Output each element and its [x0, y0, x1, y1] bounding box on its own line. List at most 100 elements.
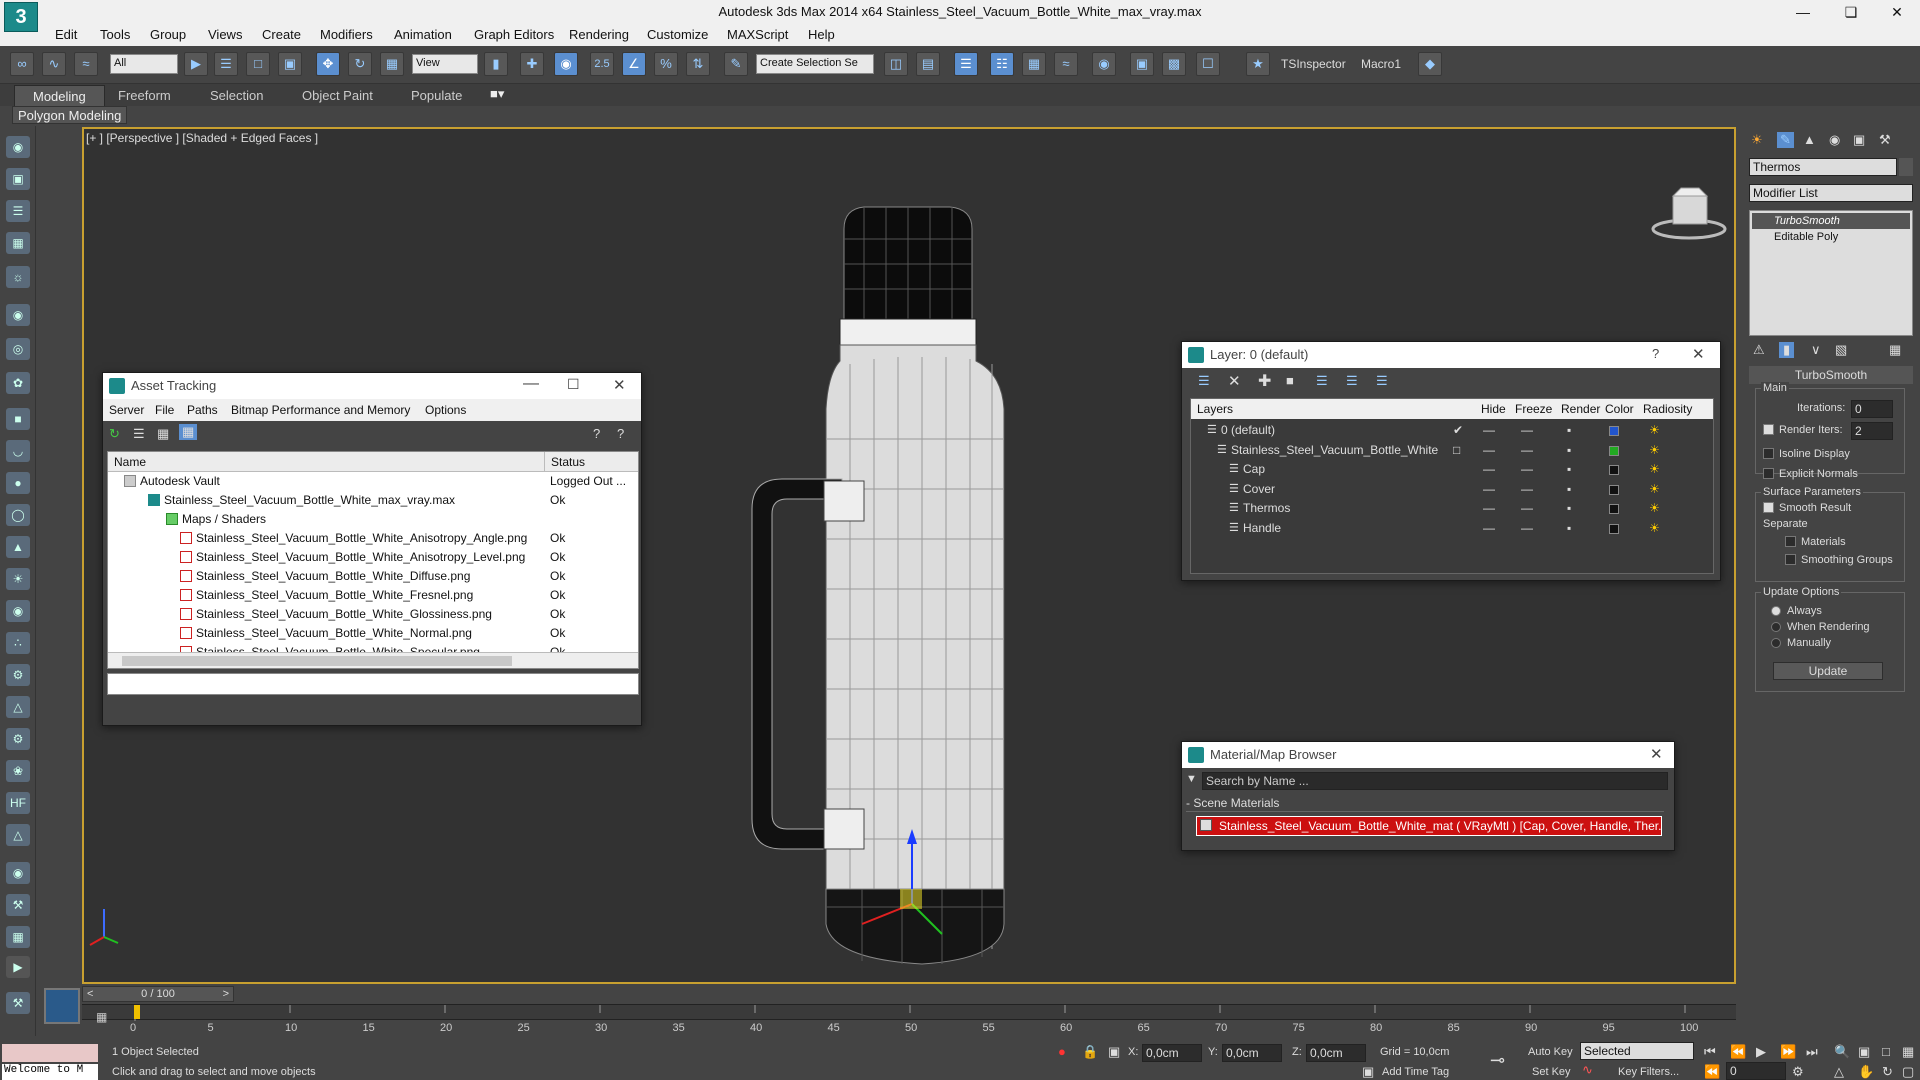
utilities-tab-icon[interactable]: ⚒	[1879, 132, 1891, 148]
render-toggle-icon[interactable]: ▪	[1567, 460, 1571, 479]
tab-freeform[interactable]: Freeform	[118, 88, 171, 103]
table-view-icon[interactable]: ▦	[179, 424, 198, 440]
radiosity-icon[interactable]: ☀	[1649, 480, 1660, 499]
viewport-layout-icon[interactable]	[44, 988, 80, 1024]
help-icon[interactable]: ?	[593, 426, 600, 441]
select-rotate-icon[interactable]: ↻	[348, 52, 372, 76]
menu-animation[interactable]: Animation	[394, 27, 452, 42]
hide-toggle[interactable]: —	[1483, 480, 1495, 499]
smoothing-groups-checkbox[interactable]	[1785, 554, 1796, 565]
col-radiosity[interactable]: Radiosity	[1643, 399, 1692, 419]
spinner-snap-icon[interactable]: ⇅	[686, 52, 710, 76]
render-toggle-icon[interactable]: ▪	[1567, 480, 1571, 499]
menu-create[interactable]: Create	[262, 27, 301, 42]
ts-inspector-icon[interactable]: ★	[1246, 52, 1270, 76]
z-coord-field[interactable]: 0,0cm	[1306, 1044, 1366, 1062]
lock-icon[interactable]: 🔒	[1082, 1044, 1098, 1060]
camera-icon[interactable]: ◉	[6, 304, 30, 326]
scene-material-item[interactable]: Stainless_Steel_Vacuum_Bottle_White_mat …	[1196, 816, 1662, 836]
tab-object-paint[interactable]: Object Paint	[302, 88, 373, 103]
render-toggle-icon[interactable]: ▪	[1567, 441, 1571, 460]
motion-tab-icon[interactable]: ◉	[1829, 132, 1840, 148]
asset-tracking-titlebar[interactable]: Asset Tracking — ☐ ✕	[103, 373, 641, 399]
key-mode-dropdown[interactable]: Selected	[1580, 1042, 1694, 1060]
align-icon[interactable]: ▤	[916, 52, 940, 76]
ts-inspector-label[interactable]: TSInspector	[1281, 57, 1346, 71]
zoom-all-icon[interactable]: ▣	[1858, 1044, 1870, 1060]
freeze-toggle[interactable]: —	[1521, 421, 1533, 440]
welcome-field[interactable]: Welcome to M	[2, 1064, 98, 1080]
mirror-icon[interactable]: ◫	[884, 52, 908, 76]
radiosity-icon[interactable]: ☀	[1649, 499, 1660, 518]
zoom-extents-icon[interactable]: □	[1882, 1044, 1890, 1059]
scrollbar-thumb[interactable]	[122, 656, 512, 666]
select-objects-icon[interactable]: ■	[1286, 373, 1294, 388]
explicit-normals-checkbox[interactable]	[1763, 468, 1774, 479]
manually-radio[interactable]	[1771, 638, 1781, 648]
close-icon[interactable]: ✕	[1692, 345, 1705, 363]
window-crossing-icon[interactable]: ▣	[278, 52, 302, 76]
scene-materials-header[interactable]: - Scene Materials	[1186, 796, 1664, 812]
display-tab-icon[interactable]: ▣	[1853, 132, 1865, 148]
freeze-toggle[interactable]: —	[1521, 519, 1533, 538]
key-filters-button[interactable]: Key Filters...	[1618, 1066, 1679, 1078]
isoline-checkbox[interactable]	[1763, 448, 1774, 459]
bind-spacewarp-icon[interactable]: ≈	[74, 52, 98, 76]
stack-editable-poly[interactable]: Editable Poly	[1752, 229, 1910, 245]
list-view-icon[interactable]: ☰	[133, 426, 145, 442]
tools-icon[interactable]: ⚒	[6, 894, 30, 916]
materials-checkbox[interactable]	[1785, 536, 1796, 547]
curve-icon[interactable]: ∿	[1582, 1062, 1593, 1078]
stack-turbosmooth[interactable]: TurboSmooth	[1752, 213, 1910, 229]
utilities-icon[interactable]: ▦	[6, 926, 30, 948]
time-tag-icon[interactable]: ▣	[1362, 1064, 1374, 1080]
pin-stack-icon[interactable]: ⚠	[1753, 342, 1765, 358]
set-current-layer-icon[interactable]: □	[1453, 441, 1460, 460]
menu-tools[interactable]: Tools	[100, 27, 130, 42]
geosphere-icon[interactable]: ◉	[6, 600, 30, 622]
asset-row[interactable]: Stainless_Steel_Vacuum_Bottle_White_Anis…	[108, 548, 638, 567]
fov-icon[interactable]: △	[1834, 1064, 1844, 1080]
edit-named-sel-icon[interactable]: ✎	[724, 52, 748, 76]
pivot-center-icon[interactable]: ▮	[484, 52, 508, 76]
isolate-icon[interactable]: ●	[1058, 1044, 1066, 1059]
set-key-button[interactable]: Set Key	[1532, 1066, 1571, 1078]
menu-server[interactable]: Server	[109, 403, 144, 417]
iterations-spinner[interactable]: 0	[1851, 400, 1893, 418]
particles-icon[interactable]: ∴	[6, 632, 30, 654]
snaps-toggle-icon[interactable]: 2.5	[590, 52, 614, 76]
asset-row[interactable]: Stainless_Steel_Vacuum_Bottle_White_Norm…	[108, 624, 638, 643]
render-frame-icon[interactable]: ▣	[6, 168, 30, 190]
asset-row[interactable]: Stainless_Steel_Vacuum_Bottle_White_Diff…	[108, 567, 638, 586]
layer-color-swatch[interactable]	[1609, 484, 1619, 495]
select-object-icon[interactable]: ▶	[184, 52, 208, 76]
list-icon[interactable]: ☰	[6, 200, 30, 222]
detail-view-icon[interactable]: ▦	[157, 426, 169, 442]
asset-row[interactable]: Stainless_Steel_Vacuum_Bottle_White_Anis…	[108, 529, 638, 548]
next-key-icon[interactable]: ⏩	[1780, 1044, 1796, 1060]
asset-row[interactable]: Stainless_Steel_Vacuum_Bottle_White_Glos…	[108, 605, 638, 624]
gear-icon[interactable]: ⚙	[6, 728, 30, 750]
menu-maxscript[interactable]: MAXScript	[727, 27, 788, 42]
polygon-modeling-panel[interactable]: Polygon Modeling	[12, 106, 128, 124]
material-search-input[interactable]: Search by Name ...	[1202, 772, 1668, 790]
menu-edit[interactable]: Edit	[55, 27, 77, 42]
bones-icon[interactable]: ⚙	[6, 664, 30, 686]
asset-row[interactable]: Stainless_Steel_Vacuum_Bottle_White_max_…	[108, 491, 638, 510]
orbit-icon[interactable]: ↻	[1882, 1064, 1893, 1080]
smooth-result-checkbox[interactable]	[1763, 502, 1774, 513]
hierarchy-tab-icon[interactable]: ▲	[1803, 132, 1816, 147]
next-frame-icon[interactable]: >	[223, 987, 229, 1001]
menu-rendering[interactable]: Rendering	[569, 27, 629, 42]
box-icon[interactable]: ■	[6, 408, 30, 430]
layer-row[interactable]: ☰ Thermos — — ▪ ☀	[1191, 499, 1713, 518]
menu-views[interactable]: Views	[208, 27, 242, 42]
tab-modeling[interactable]: Modeling	[14, 85, 105, 108]
hide-toggle[interactable]: —	[1483, 441, 1495, 460]
pan-icon[interactable]: ✋	[1858, 1064, 1874, 1080]
hide-toggle[interactable]: —	[1483, 460, 1495, 479]
close-icon[interactable]: ✕	[1874, 0, 1920, 24]
curve-editor-icon[interactable]: ≈	[1054, 52, 1078, 76]
hide-toggle[interactable]: —	[1483, 421, 1495, 440]
sun-icon[interactable]: ☀	[6, 568, 30, 590]
